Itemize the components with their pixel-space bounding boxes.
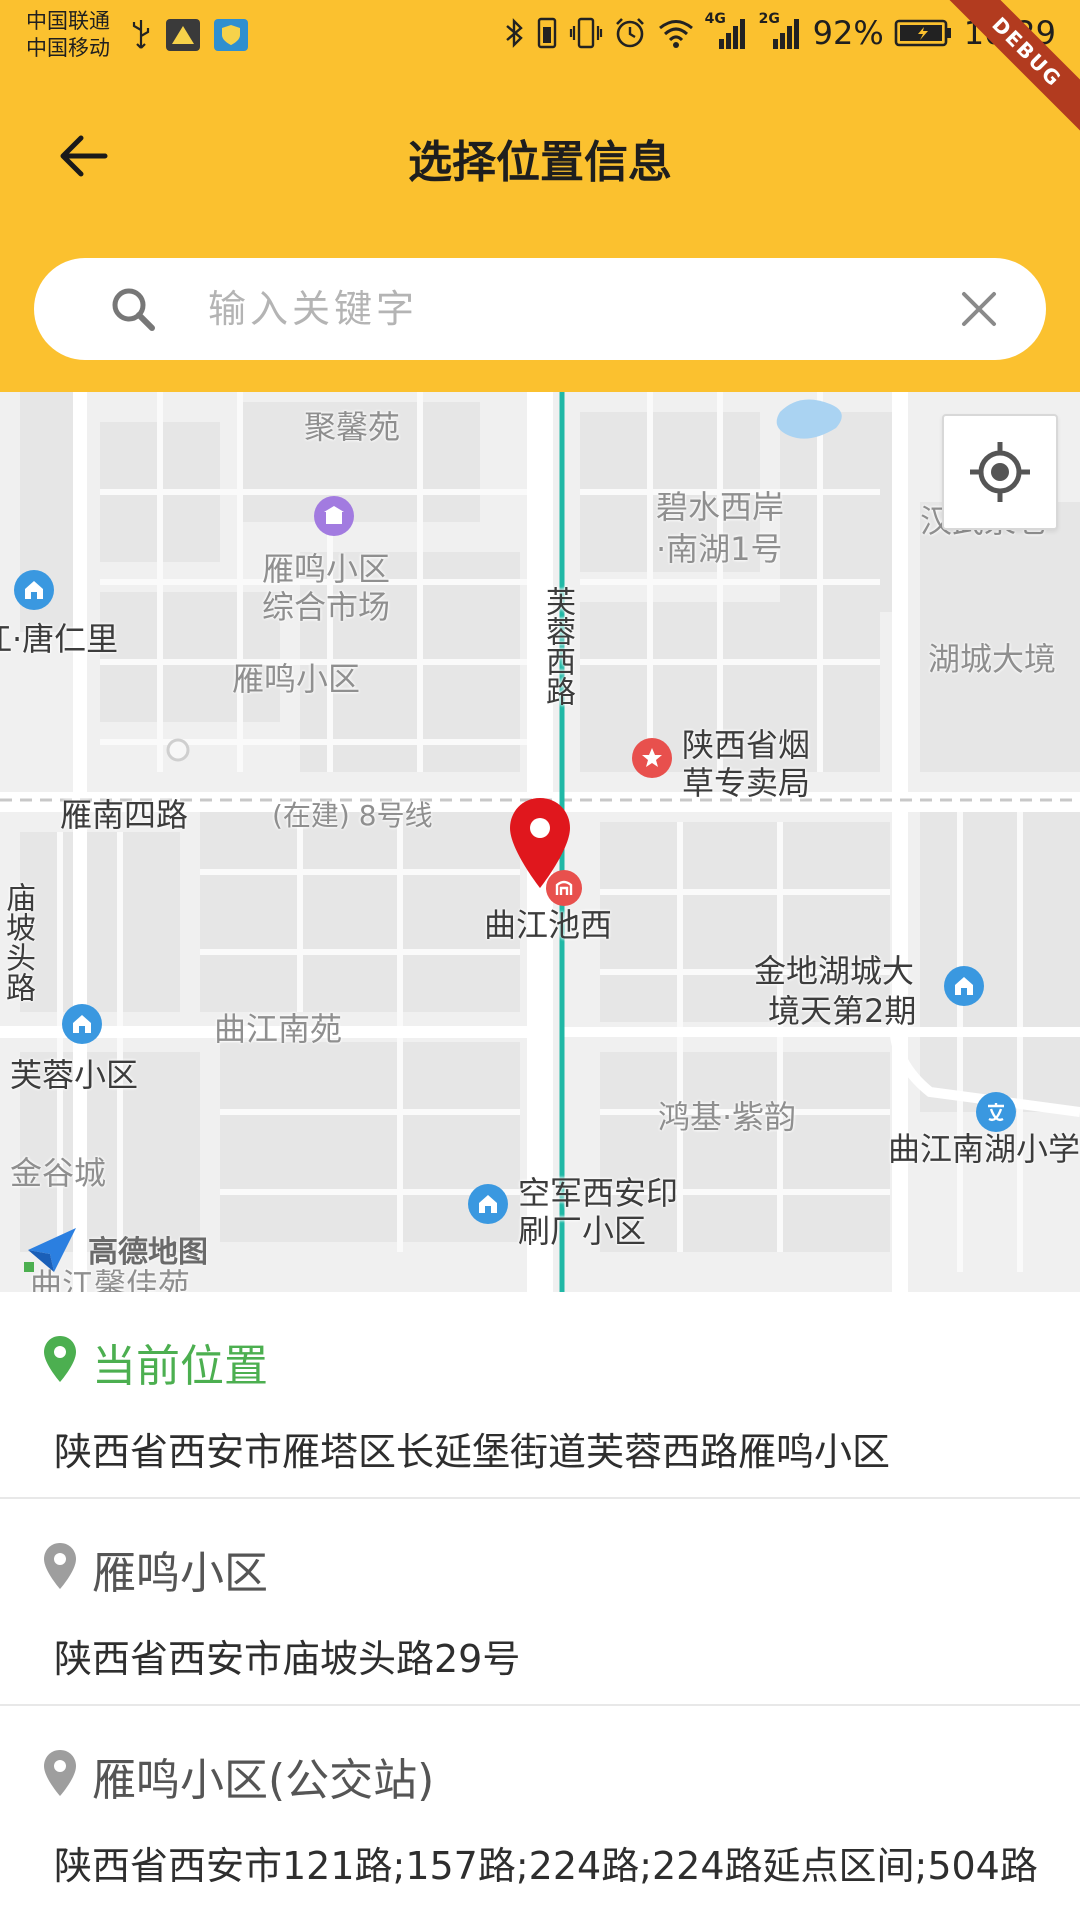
app-header: 中国联通 中国移动 4G 2G 92% DEBUG 选择位置信息 输入关键字: [0, 0, 1080, 392]
usb-icon: [132, 20, 150, 49]
search-input[interactable]: [206, 280, 946, 338]
map-label-jdhc-2: 境天第2期: [768, 992, 917, 1030]
map-label-jgc: 金谷城: [10, 1154, 107, 1192]
location-name: 雁鸣小区(公交站): [92, 1755, 435, 1806]
government-star-icon[interactable]: [632, 738, 672, 778]
shield-notification-icon: [214, 19, 248, 51]
location-address: 陕西省西安市雁塔区长延堡街道芙蓉西路雁鸣小区: [54, 1430, 891, 1474]
carrier-1: 中国联通: [26, 9, 110, 33]
battery-saver-icon: [537, 17, 556, 49]
app-notification-icon: [166, 19, 200, 51]
location-item[interactable]: 雁鸣小区 陕西省西安市庙坡头路29号: [0, 1499, 1080, 1706]
market-icon[interactable]: [314, 496, 354, 536]
location-name: 雁鸣小区: [92, 1548, 268, 1599]
location-name: 当前位置: [92, 1341, 268, 1392]
location-pin-icon: [44, 1750, 76, 1796]
battery-percent: 92%: [812, 14, 884, 52]
alarm-icon: [615, 18, 644, 48]
location-address: 陕西省西安市121路;157路;224路;224路延点区间;504路: [54, 1844, 1038, 1888]
map-pin-icon[interactable]: [508, 796, 572, 892]
page-title: 选择位置信息: [408, 137, 672, 188]
map-label-hcdj: 湖城大境: [928, 640, 1057, 678]
map-provider-logo: 高德地图: [24, 1224, 208, 1274]
residence-icon[interactable]: [14, 570, 54, 610]
residence-icon[interactable]: [62, 1004, 102, 1044]
map-view[interactable]: 聚馨苑 碧水西岸 ·南湖1号 汉武泉巷 雁鸣小区 综合市场 江·唐仁里 芙蓉西路…: [0, 392, 1080, 1292]
map-label-frxl: 芙蓉西路: [540, 586, 575, 706]
map-label-frxq: 芙蓉小区: [10, 1056, 139, 1094]
map-label-ycj-2: 草专卖局: [682, 764, 811, 802]
status-bar: 中国联通 中国移动 4G 2G 92% DEBUG: [0, 0, 1080, 147]
location-list: 当前位置 陕西省西安市雁塔区长延堡街道芙蓉西路雁鸣小区 雁鸣小区 陕西省西安市庙…: [0, 1292, 1080, 1913]
battery-charging-icon: [894, 19, 951, 47]
close-icon[interactable]: [960, 290, 998, 328]
location-item-current[interactable]: 当前位置 陕西省西安市雁塔区长延堡街道芙蓉西路雁鸣小区: [0, 1292, 1080, 1499]
search-icon: [112, 288, 155, 331]
map-label-nh1: ·南湖1号: [656, 530, 783, 568]
map-label-qjny: 曲江南苑: [214, 1010, 343, 1048]
map-label-bsxa: 碧水西岸: [656, 488, 785, 526]
location-address: 陕西省西安市庙坡头路29号: [54, 1637, 521, 1681]
location-item[interactable]: 雁鸣小区(公交站) 陕西省西安市121路;157路;224路;224路延点区间;…: [0, 1706, 1080, 1913]
map-provider-name: 高德地图: [88, 1235, 208, 1270]
map-label-kjxa-2: 刷厂小区: [518, 1212, 647, 1250]
crosshair-icon: [970, 442, 1030, 502]
map-label-ymxq: 雁鸣小区: [232, 660, 361, 698]
vibrate-icon: [569, 17, 602, 49]
wifi-icon: [658, 20, 693, 48]
school-icon[interactable]: [976, 1092, 1016, 1132]
residence-icon[interactable]: [944, 966, 984, 1006]
locate-me-button[interactable]: [942, 414, 1058, 530]
signal-4g-icon: 4G: [705, 11, 749, 51]
map-label-hjzy: 鸿基·紫韵: [658, 1098, 797, 1136]
carrier-info: 中国联通 中国移动: [26, 8, 110, 62]
search-bar: [34, 258, 1046, 360]
map-label-mptl: 庙坡头路: [0, 882, 35, 1002]
carrier-2: 中国移动: [26, 36, 110, 60]
map-label-ynsl: 雁南四路: [60, 796, 189, 834]
map-label-ymxq-market-2: 综合市场: [262, 588, 391, 626]
residence-icon[interactable]: [468, 1184, 508, 1224]
map-label-line8: (在建) 8号线: [272, 799, 433, 832]
signal-2g-icon: 2G: [759, 11, 803, 51]
notification-icons: [130, 18, 248, 52]
location-pin-icon: [44, 1336, 76, 1382]
map-label-qjnhxx: 曲江南湖小学: [888, 1130, 1080, 1168]
map-label-trl: 江·唐仁里: [0, 620, 119, 658]
amap-logo-icon: [24, 1228, 76, 1272]
bluetooth-icon: [505, 18, 523, 48]
map-label-jxy: 聚馨苑: [304, 408, 401, 446]
map-label-qjcx: 曲江池西: [484, 906, 613, 944]
location-pin-icon: [44, 1543, 76, 1589]
